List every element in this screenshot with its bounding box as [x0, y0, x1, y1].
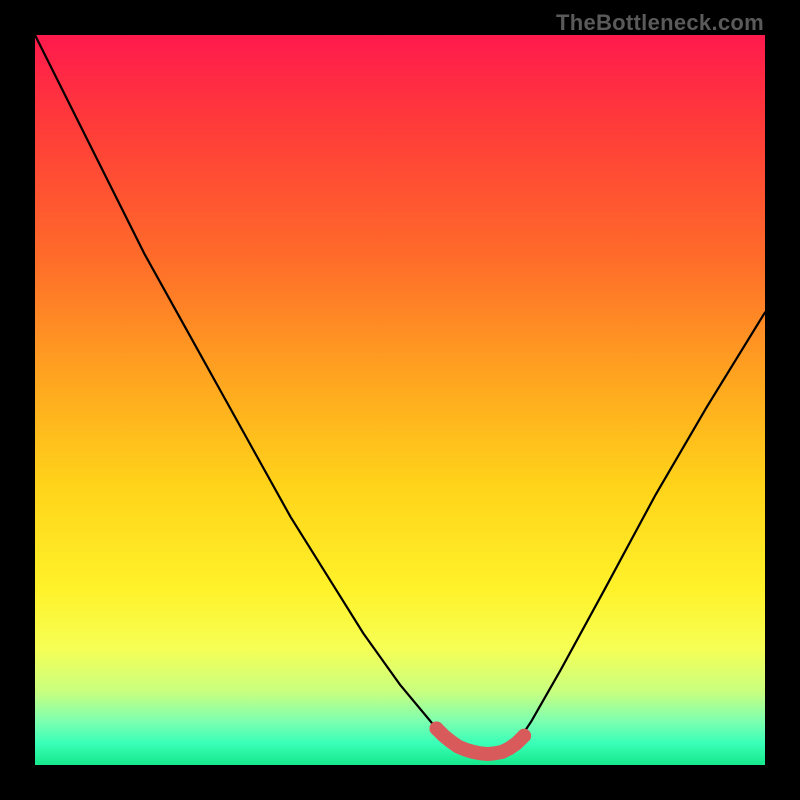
- bottleneck-curve-line: [35, 35, 765, 754]
- attribution-label: TheBottleneck.com: [556, 10, 764, 36]
- marker-start-dot: [430, 722, 444, 736]
- marker-end-dot: [517, 729, 531, 743]
- optimal-range-marker: [437, 729, 525, 755]
- chart-svg: [35, 35, 765, 765]
- chart-plot-area: [35, 35, 765, 765]
